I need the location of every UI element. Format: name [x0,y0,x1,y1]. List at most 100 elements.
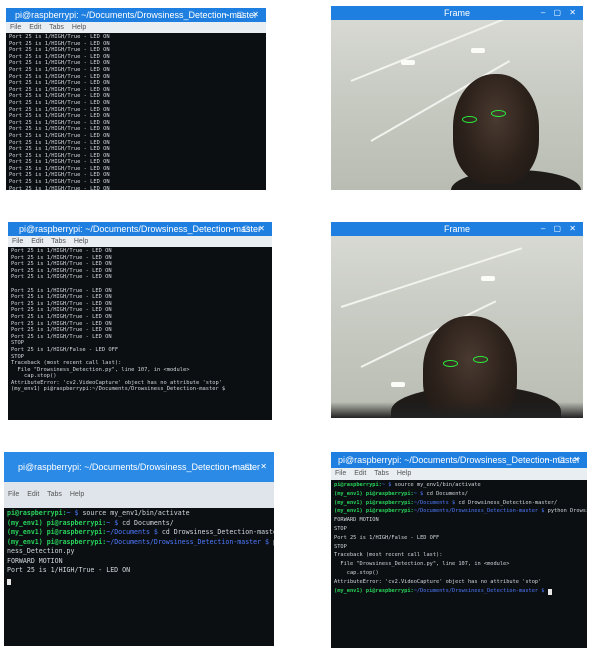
window-title: Frame [443,224,470,234]
terminal-line: Port 25 is 1/HIGH/True - LED ON [9,126,110,133]
window-controls[interactable]: – ▢ ✕ [224,8,262,22]
menu-tabs[interactable]: Tabs [47,491,62,498]
terminal-line: Port 25 is 1/HIGH/True - LED ON [11,327,112,334]
prompt-path: ~/Documents/Drowsiness_Detection-master … [413,508,545,515]
line-text: STOP [334,525,347,532]
menu-edit[interactable]: Edit [354,470,366,477]
terminal-line: Port 25 is 1/HIGH/True - LED ON [9,172,110,179]
terminal-line: Port 25 is 1/HIGH/True - LED ON [9,34,110,40]
terminal-line: Port 25 is 1/HIGH/True - LED ON [11,254,112,261]
window-title-bar[interactable]: Frame – ▢ ✕ [331,6,583,20]
terminal-line: (my_env1) pi@raspberrypi:~/Documents/Dro… [334,587,584,596]
prompt-user: pi@raspberrypi: [334,482,382,488]
terminal-line: File "Drowsiness_Detection.py", line 107… [334,560,584,569]
terminal-line: pi@raspberrypi:~ $ source my_env1/bin/ac… [7,509,271,519]
menu-file[interactable]: File [12,238,23,245]
menu-edit[interactable]: Edit [29,24,41,31]
window-title: pi@raspberrypi: ~/Documents/Drowsiness_D… [19,224,261,234]
menu-bar: File Edit Tabs Help [4,482,274,508]
terminal-line: Port 25 is 1/HIGH/False - LED OFF [11,346,119,353]
terminal-cursor [547,589,552,596]
window-title: pi@raspberrypi: ~/Documents/Drowsiness_D… [338,455,580,465]
prompt-path: ~ $ [106,518,119,527]
window-title-bar[interactable]: Frame – ▢ ✕ [331,222,583,236]
window-controls[interactable]: – ▢ ✕ [545,452,583,468]
terminal-line: AttributeError: 'cv2.VideoCapture' objec… [334,578,584,587]
face [453,74,539,184]
terminal-line: Port 25 is 1/HIGH/True - LED ON [11,333,112,340]
menu-help[interactable]: Help [397,470,411,477]
terminal-line: Port 25 is 1/HIGH/True - LED ON [11,287,112,294]
menu-bar: File Edit Tabs Help [331,468,587,480]
menu-help[interactable]: Help [70,491,84,498]
left-eye-contour [462,116,477,123]
window-title-bar[interactable]: pi@raspberrypi: ~/Documents/Drowsiness_D… [8,222,272,236]
terminal-line: Port 25 is 1/HIGH/True - LED ON [11,274,112,281]
prompt-path: ~ $ [381,482,392,488]
terminal-line: cap.stop() [11,373,57,380]
left-eye-contour [443,360,458,367]
window-title-bar[interactable]: pi@raspberrypi: ~/Documents/Drowsiness_D… [6,8,266,22]
menu-tabs[interactable]: Tabs [374,470,389,477]
prompt-user: (my_env1) pi@raspberrypi: [7,518,107,527]
terminal-line: Port 25 is 1/HIGH/True - LED ON [9,60,110,67]
terminal-output[interactable]: Port 25 is 1/HIGH/True - LED ON Port 25 i… [6,33,266,190]
terminal-line: Port 25 is 1/HIGH/True - LED ON [11,294,112,301]
menu-tabs[interactable]: Tabs [49,24,64,31]
terminal-output[interactable]: pi@raspberrypi:~ $ source my_env1/bin/ac… [331,480,587,648]
terminal-line: Port 25 is 1/HIGH/True - LED ON [11,267,112,274]
line-text: cd Drowsiness_Detection-master/ [157,528,274,536]
prompt-user: (my_env1) pi@raspberrypi: [334,508,414,515]
terminal-line: Port 25 is 1/HIGH/True - LED ON [9,165,110,172]
menu-tabs[interactable]: Tabs [51,238,66,245]
terminal-line: Port 25 is 1/HIGH/True - LED ON [11,248,112,254]
terminal-line: Port 25 is 1/HIGH/True - LED ON [9,146,110,153]
menu-file[interactable]: File [8,491,19,498]
terminal-window-3: pi@raspberrypi: ~/Documents/Drowsiness_D… [4,452,274,646]
menu-file[interactable]: File [335,470,346,477]
terminal-line: (my_env1) pi@raspberrypi:~/Documents/Dro… [334,507,587,516]
terminal-line: Port 25 is 1/HIGH/True - LED ON [7,566,271,576]
terminal-line: Port 25 is 1/HIGH/True - LED ON [9,159,110,166]
menu-edit[interactable]: Edit [31,238,43,245]
window-controls[interactable]: – ▢ ✕ [232,452,270,482]
terminal-line: Port 25 is 1/HIGH/True - LED ON [11,261,112,268]
terminal-output[interactable]: pi@raspberrypi:~ $ source my_env1/bin/ac… [4,508,274,646]
window-title: pi@raspberrypi: ~/Documents/Drowsiness_D… [15,10,257,20]
prompt-path: ~ $ [413,490,424,497]
prompt-user: (my_env1) pi@raspberrypi: [7,528,107,536]
menu-help[interactable]: Help [74,238,88,245]
terminal-line: Port 25 is 1/HIGH/True - LED ON [9,99,110,106]
window-title-bar[interactable]: pi@raspberrypi: ~/Documents/Drowsiness_D… [331,452,587,468]
menu-help[interactable]: Help [72,24,86,31]
terminal-line: pi@raspberrypi:~ $ source my_env1/bin/ac… [334,481,584,490]
terminal-line: Port 25 is 1/HIGH/True - LED ON [11,307,112,314]
terminal-line: Port 25 is 1/HIGH/True - LED ON [9,185,110,190]
camera-frame-window-2: Frame – ▢ ✕ [331,222,583,418]
line-text: FORWARD MOTION [7,556,63,565]
window-controls[interactable]: – ▢ ✕ [541,6,579,20]
terminal-line: Port 25 is 1/HIGH/False - LED OFF [334,534,584,543]
menu-file[interactable]: File [10,24,21,31]
line-text: python Drowsiness_Detection.py [547,508,587,515]
window-title-bar[interactable]: pi@raspberrypi: ~/Documents/Drowsiness_D… [4,452,274,482]
terminal-line: Port 25 is 1/HIGH/True - LED ON [9,86,110,93]
terminal-line: cap.stop() [334,569,584,578]
terminal-line: Port 25 is 1/HIGH/True - LED ON [9,80,110,87]
line-text: ness_Detection.py [7,547,75,555]
terminal-output[interactable]: Port 25 is 1/HIGH/True - LED ON Port 25 i… [8,247,272,420]
window-controls[interactable]: – ▢ ✕ [541,222,579,236]
terminal-line: ness_Detection.py [7,547,271,557]
line-text: STOP [334,543,347,550]
terminal-line: Port 25 is 1/HIGH/True - LED ON [9,40,110,47]
terminal-line: Traceback (most recent call last): [11,360,122,367]
window-controls[interactable]: – ▢ ✕ [230,222,268,236]
prompt-path: ~/Documents $ [106,528,158,536]
line-text: source my_env1/bin/activate [391,482,481,488]
terminal-line: Port 25 is 1/HIGH/True - LED ON [9,47,110,54]
menu-edit[interactable]: Edit [27,491,39,498]
line-text: Port 25 is 1/HIGH/False - LED OFF [334,534,440,541]
terminal-line: (my_env1) pi@raspberrypi:~/Documents/Dro… [7,538,274,548]
terminal-line: FORWARD MOTION [7,557,271,567]
